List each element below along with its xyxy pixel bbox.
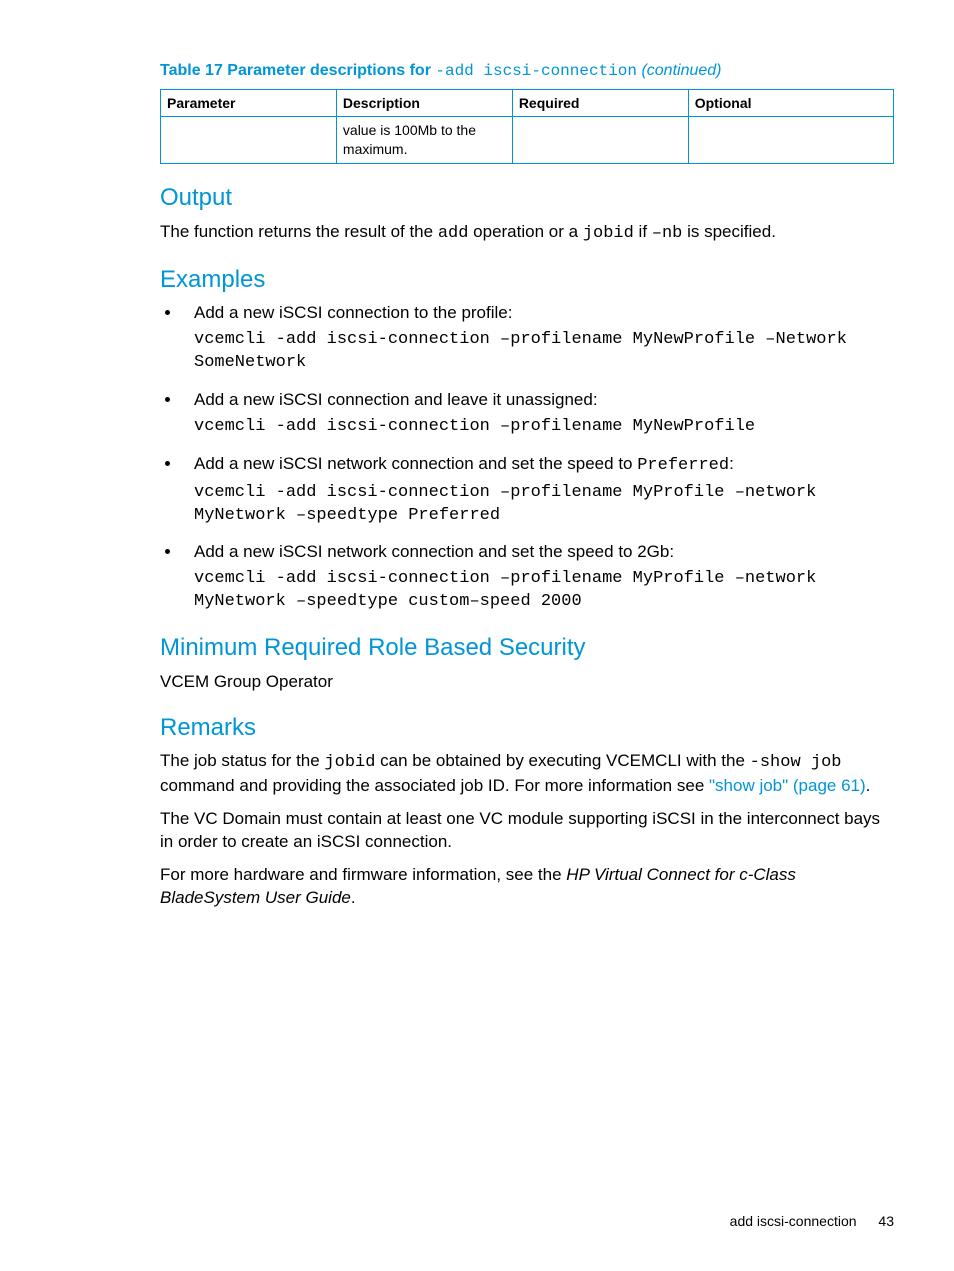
- table-title: Table 17 Parameter descriptions for -add…: [160, 60, 894, 83]
- heading-remarks: Remarks: [160, 712, 894, 744]
- heading-output: Output: [160, 182, 894, 214]
- remarks-p3-b: .: [351, 888, 356, 907]
- table-header-row: Parameter Description Required Optional: [161, 89, 894, 117]
- remarks-p1-d: .: [866, 776, 871, 795]
- parameter-table: Parameter Description Required Optional …: [160, 89, 894, 165]
- th-parameter: Parameter: [161, 89, 337, 117]
- output-paragraph: The function returns the result of the a…: [160, 221, 894, 246]
- td-optional: [688, 117, 893, 164]
- footer-page-number: 43: [878, 1213, 894, 1229]
- output-text-c: if: [634, 222, 652, 241]
- remarks-p1-code2: -show job: [750, 753, 842, 772]
- remarks-p2: The VC Domain must contain at least one …: [160, 808, 894, 854]
- list-item: Add a new iSCSI network connection and s…: [182, 453, 894, 528]
- remarks-p1-a: The job status for the: [160, 751, 324, 770]
- content-column: Table 17 Parameter descriptions for -add…: [160, 60, 894, 910]
- remarks-p1-code1: jobid: [324, 753, 375, 772]
- remarks-p1-b: can be obtained by executing VCEMCLI wit…: [375, 751, 749, 770]
- table-row: value is 100Mb to the maximum.: [161, 117, 894, 164]
- page-footer: add iscsi-connection 43: [730, 1212, 894, 1231]
- list-item: Add a new iSCSI connection to the profil…: [182, 302, 894, 375]
- remarks-p1: The job status for the jobid can be obta…: [160, 750, 894, 798]
- th-required: Required: [512, 89, 688, 117]
- output-code-nb: –nb: [652, 224, 683, 243]
- output-text-b: operation or a: [468, 222, 582, 241]
- example-code: vcemcli -add iscsi-connection –profilena…: [194, 416, 894, 439]
- examples-list: Add a new iSCSI connection to the profil…: [160, 302, 894, 614]
- example-code: vcemcli -add iscsi-connection –profilena…: [194, 329, 894, 375]
- example-desc: Add a new iSCSI network connection and s…: [194, 453, 894, 478]
- example-desc-code: Preferred: [637, 456, 729, 475]
- footer-label: add iscsi-connection: [730, 1213, 857, 1229]
- list-item: Add a new iSCSI connection and leave it …: [182, 389, 894, 439]
- remarks-p3: For more hardware and firmware informati…: [160, 864, 894, 910]
- remarks-p1-c: command and providing the associated job…: [160, 776, 709, 795]
- example-desc: Add a new iSCSI network connection and s…: [194, 541, 894, 564]
- output-code-add: add: [438, 224, 469, 243]
- td-required: [512, 117, 688, 164]
- security-text: VCEM Group Operator: [160, 671, 894, 694]
- output-text-d: is specified.: [682, 222, 776, 241]
- heading-security: Minimum Required Role Based Security: [160, 632, 894, 664]
- example-code: vcemcli -add iscsi-connection –profilena…: [194, 482, 894, 528]
- example-code: vcemcli -add iscsi-connection –profilena…: [194, 568, 894, 614]
- list-item: Add a new iSCSI network connection and s…: [182, 541, 894, 614]
- td-parameter: [161, 117, 337, 164]
- page: Table 17 Parameter descriptions for -add…: [0, 0, 954, 1271]
- remarks-link-showjob[interactable]: "show job" (page 61): [709, 776, 866, 795]
- example-desc-pre: Add a new iSCSI network connection and s…: [194, 454, 637, 473]
- th-optional: Optional: [688, 89, 893, 117]
- output-text-a: The function returns the result of the: [160, 222, 438, 241]
- table-title-prefix: Table 17 Parameter descriptions for: [160, 62, 435, 79]
- example-desc: Add a new iSCSI connection to the profil…: [194, 302, 894, 325]
- th-description: Description: [336, 89, 512, 117]
- example-desc-post: :: [729, 454, 734, 473]
- table-title-suffix: (continued): [637, 62, 722, 79]
- td-description: value is 100Mb to the maximum.: [336, 117, 512, 164]
- table-title-code: -add iscsi-connection: [435, 62, 637, 80]
- heading-examples: Examples: [160, 264, 894, 296]
- output-code-jobid: jobid: [583, 224, 634, 243]
- remarks-p3-a: For more hardware and firmware informati…: [160, 865, 566, 884]
- example-desc: Add a new iSCSI connection and leave it …: [194, 389, 894, 412]
